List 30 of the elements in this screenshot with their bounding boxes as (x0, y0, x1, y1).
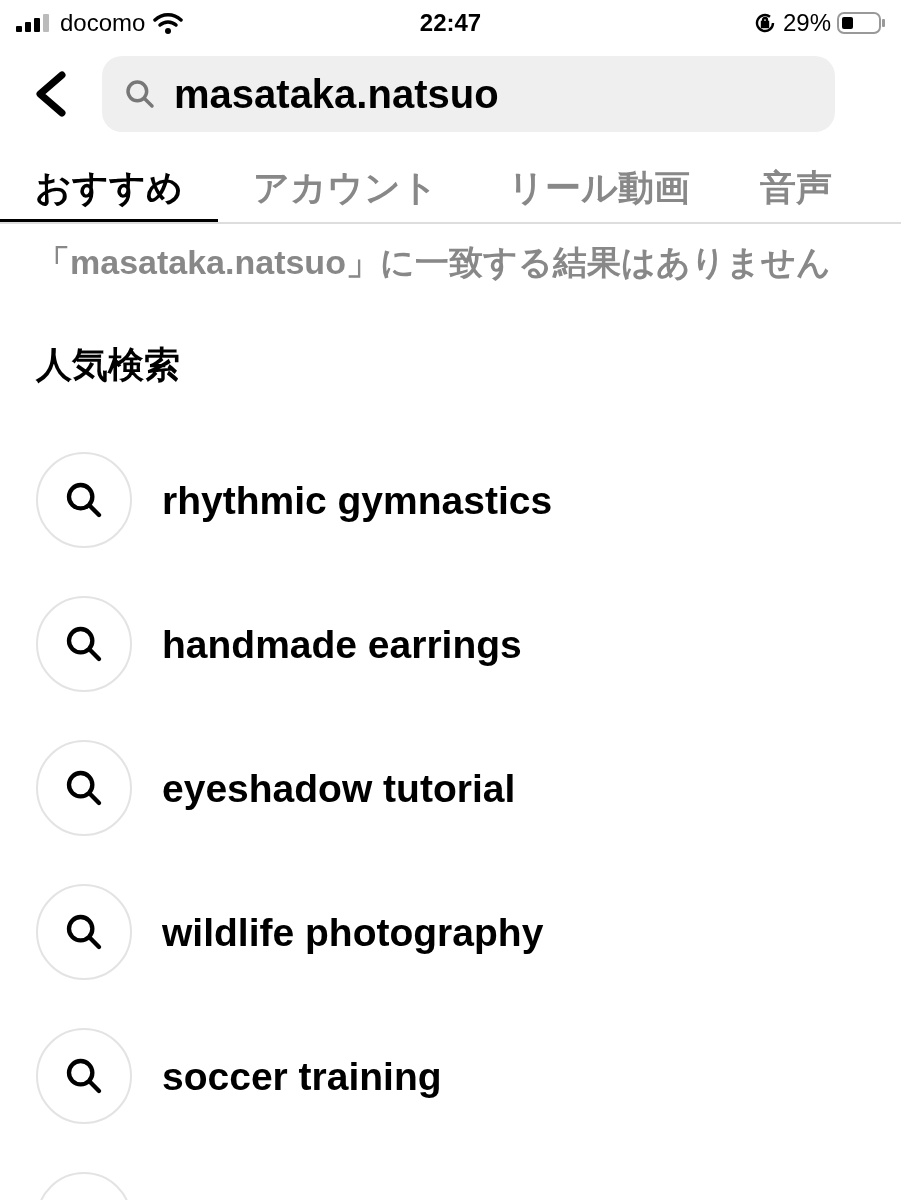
search-icon (124, 78, 156, 110)
search-icon (64, 912, 104, 952)
signal-icon (16, 14, 52, 32)
suggestion-item[interactable]: wildlife photography (36, 860, 865, 1004)
search-icon (64, 480, 104, 520)
carrier-name: docomo (60, 8, 146, 38)
tab[interactable]: おすすめ (0, 146, 218, 222)
suggestion-text: wildlife photography (162, 912, 544, 952)
search-field[interactable]: masataka.natsuo (102, 56, 835, 132)
suggestion-item[interactable]: handmade earrings (36, 572, 865, 716)
search-icon (64, 624, 104, 664)
suggestion-item[interactable]: soccer training (36, 1004, 865, 1148)
section-heading: 人気検索 (35, 343, 181, 387)
search-icon (64, 768, 104, 808)
no-results-message: 「masataka.natsuo」に一致する結果はありません (35, 242, 832, 283)
suggestion-text: soccer training (162, 1056, 442, 1096)
suggestion-text: eyeshadow tutorial (162, 768, 516, 808)
search-query: masataka.natsuo (174, 74, 499, 114)
suggestion-text: rhythmic gymnastics (162, 480, 553, 520)
search-icon (64, 1056, 104, 1096)
clock-time: 22:47 (418, 8, 483, 38)
suggestion-item[interactable]: eyeshadow tutorial (36, 716, 865, 860)
battery-percent: 29% (782, 8, 831, 38)
suggestion-item[interactable]: rhythmic gymnastics (36, 428, 865, 572)
tab[interactable]: アカウント (218, 146, 473, 222)
tab[interactable]: 音声 (725, 146, 867, 222)
tab[interactable]: リール動画 (473, 146, 725, 222)
wifi-icon (153, 12, 184, 34)
suggestion-text: handmade earrings (162, 624, 522, 664)
battery-icon (837, 11, 885, 35)
